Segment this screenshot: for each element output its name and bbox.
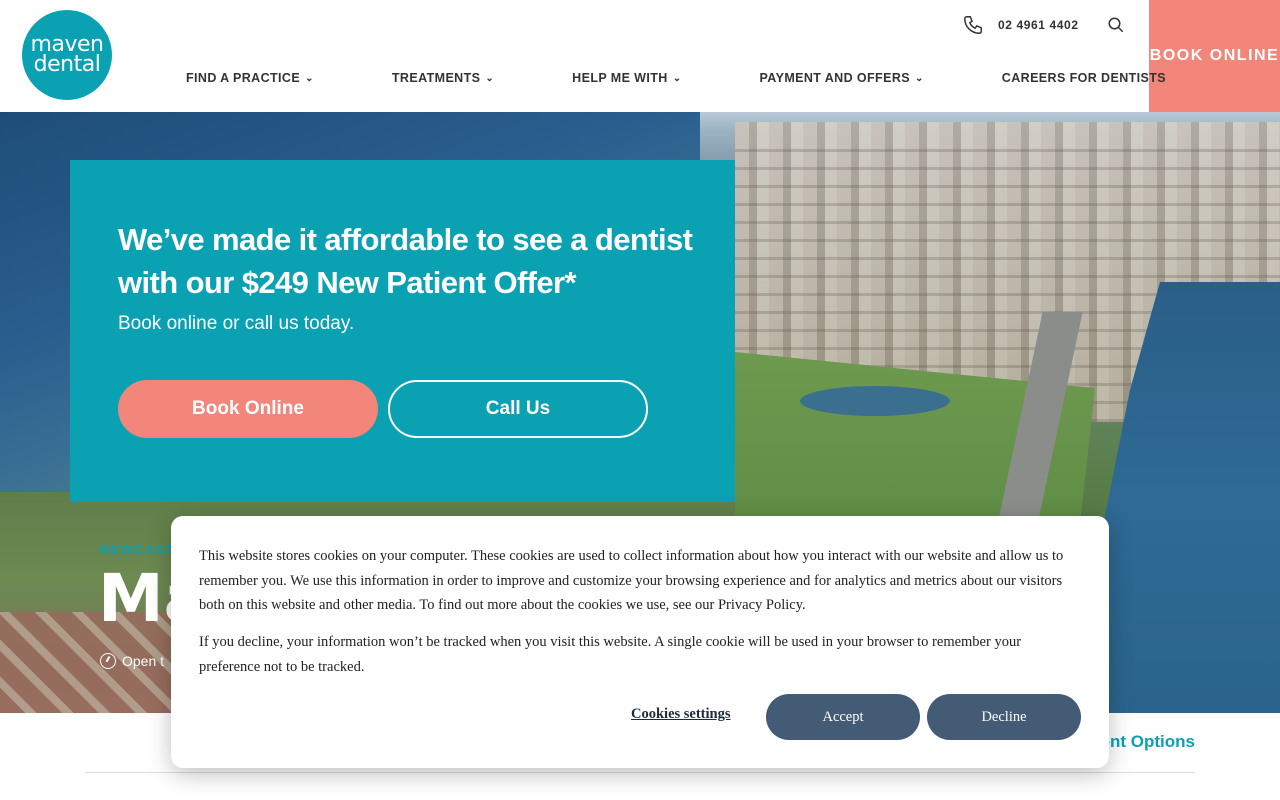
open-status: Open t [100, 653, 164, 669]
chevron-down-icon: ⌄ [672, 72, 682, 84]
cookie-decline-note: If you decline, your information won’t b… [199, 634, 1022, 675]
nav-payment-and-offers[interactable]: PAYMENT AND OFFERS ⌄ [760, 68, 924, 88]
search-icon[interactable] [1105, 14, 1127, 36]
nav-label: HELP ME WITH [572, 71, 668, 85]
call-us-button[interactable]: Call Us [388, 380, 648, 438]
promo-subtitle: Book online or call us today. [118, 313, 355, 334]
decline-cookies-button[interactable]: Decline [927, 694, 1081, 740]
nav-treatments[interactable]: TREATMENTS ⌄ [392, 68, 494, 88]
logo-line-2: dental [33, 52, 101, 77]
promo-title: We’ve made it affordable to see a dentis… [118, 222, 693, 300]
maven-dental-logo[interactable]: maven dental [22, 10, 112, 100]
main-navigation: FIND A PRACTICE ⌄ TREATMENTS ⌄ HELP ME W… [186, 68, 1166, 88]
nav-label: CAREERS FOR DENTISTS [1001, 71, 1167, 85]
nav-label: FIND A PRACTICE [186, 71, 301, 85]
chevron-down-icon: ⌄ [305, 72, 314, 84]
phone-icon[interactable] [960, 12, 986, 38]
chevron-down-icon: ⌄ [485, 72, 495, 84]
open-status-text: Open t [122, 653, 165, 669]
site-header: maven dental 02 4961 4402 BOOK ONLINE FI… [0, 0, 1280, 112]
nav-label: TREATMENTS [391, 71, 481, 85]
nav-find-a-practice[interactable]: FIND A PRACTICE ⌄ [186, 68, 314, 88]
hero-pond [800, 386, 950, 416]
nav-label: PAYMENT AND OFFERS [759, 71, 910, 85]
cookie-description: This website stores cookies on your comp… [199, 548, 1064, 613]
book-online-header-button[interactable]: BOOK ONLINE [1149, 0, 1280, 112]
clock-icon [100, 653, 116, 669]
cookies-settings-link[interactable]: Cookies settings [631, 706, 731, 723]
phone-number-link[interactable]: 02 4961 4402 [998, 18, 1079, 32]
section-divider [85, 772, 1195, 773]
header-utilities: 02 4961 4402 [960, 12, 1127, 38]
nav-careers-for-dentists[interactable]: CAREERS FOR DENTISTS [1002, 68, 1166, 88]
cookie-consent-modal: This website stores cookies on your comp… [171, 516, 1109, 768]
book-online-button[interactable]: Book Online [118, 380, 378, 438]
nav-help-me-with[interactable]: HELP ME WITH ⌄ [572, 68, 681, 88]
chevron-down-icon: ⌄ [915, 72, 924, 84]
new-patient-offer-card: We’ve made it affordable to see a dentis… [70, 160, 735, 502]
accept-cookies-button[interactable]: Accept [766, 694, 920, 740]
